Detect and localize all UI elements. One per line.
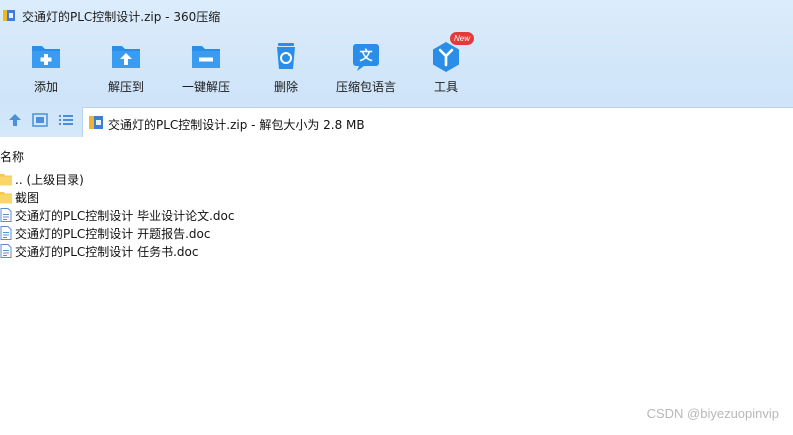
watermark: CSDN @biyezuopinvip [646, 406, 779, 421]
thumbnail-view-icon[interactable] [31, 112, 49, 128]
list-view-icon[interactable] [57, 112, 75, 128]
archive-language-label: 压缩包语言 [335, 80, 396, 94]
address-bar[interactable]: 交通灯的PLC控制设计.zip - 解包大小为 2.8 MB [82, 107, 793, 137]
list-item-label: 交通灯的PLC控制设计 毕业设计论文.doc [15, 209, 235, 223]
word-document-icon [0, 244, 12, 258]
title-bar: 交通灯的PLC控制设计.zip - 360压缩 [0, 0, 793, 30]
folder-icon [0, 174, 12, 186]
file-list: 名称 .. (上级目录) 截图 交通灯的PLC控制设计 毕业设计论文.doc 交… [0, 137, 793, 435]
list-item-parent-directory[interactable]: .. (上级目录) [0, 170, 400, 188]
list-item-folder[interactable]: 截图 [0, 188, 400, 206]
extract-to-folder-icon [112, 46, 140, 68]
list-item-label: 交通灯的PLC控制设计 开题报告.doc [15, 227, 211, 241]
svg-text:文: 文 [359, 48, 373, 64]
archive-app-icon [3, 10, 15, 21]
one-click-extract-label: 一键解压 [181, 80, 230, 94]
extract-to-label: 解压到 [107, 80, 144, 94]
tools-label: 工具 [433, 80, 458, 94]
recycle-bin-icon [277, 43, 295, 69]
column-header-name[interactable]: 名称 [0, 148, 24, 165]
list-item-label: 交通灯的PLC控制设计 任务书.doc [15, 245, 199, 259]
window-chrome: 交通灯的PLC控制设计.zip - 360压缩 添加 解压到 一键解压 删除 文… [0, 0, 793, 137]
list-item-label: 截图 [15, 191, 40, 205]
window-title: 交通灯的PLC控制设计.zip - 360压缩 [22, 10, 221, 24]
one-click-extract-icon [192, 46, 220, 68]
word-document-icon [0, 226, 12, 240]
list-item-file[interactable]: 交通灯的PLC控制设计 任务书.doc [0, 242, 400, 260]
word-document-icon [0, 208, 12, 222]
list-item-file[interactable]: 交通灯的PLC控制设计 毕业设计论文.doc [0, 206, 400, 224]
address-text: 交通灯的PLC控制设计.zip - 解包大小为 2.8 MB [108, 118, 365, 132]
new-badge: New [450, 32, 475, 45]
add-folder-icon [32, 46, 60, 68]
list-item-file[interactable]: 交通灯的PLC控制设计 开题报告.doc [0, 224, 400, 242]
zip-archive-icon [89, 116, 103, 129]
folder-icon [0, 192, 12, 204]
list-item-label: .. (上级目录) [15, 173, 84, 187]
up-arrow-icon[interactable] [6, 112, 24, 128]
toolbar: 添加 解压到 一键解压 删除 文 压缩包语言 New 工具 [0, 32, 793, 98]
delete-label: 删除 [273, 80, 298, 94]
add-label: 添加 [33, 80, 58, 94]
archive-language-icon: 文 [353, 44, 379, 71]
navigation-bar: 交通灯的PLC控制设计.zip - 解包大小为 2.8 MB [0, 104, 793, 137]
